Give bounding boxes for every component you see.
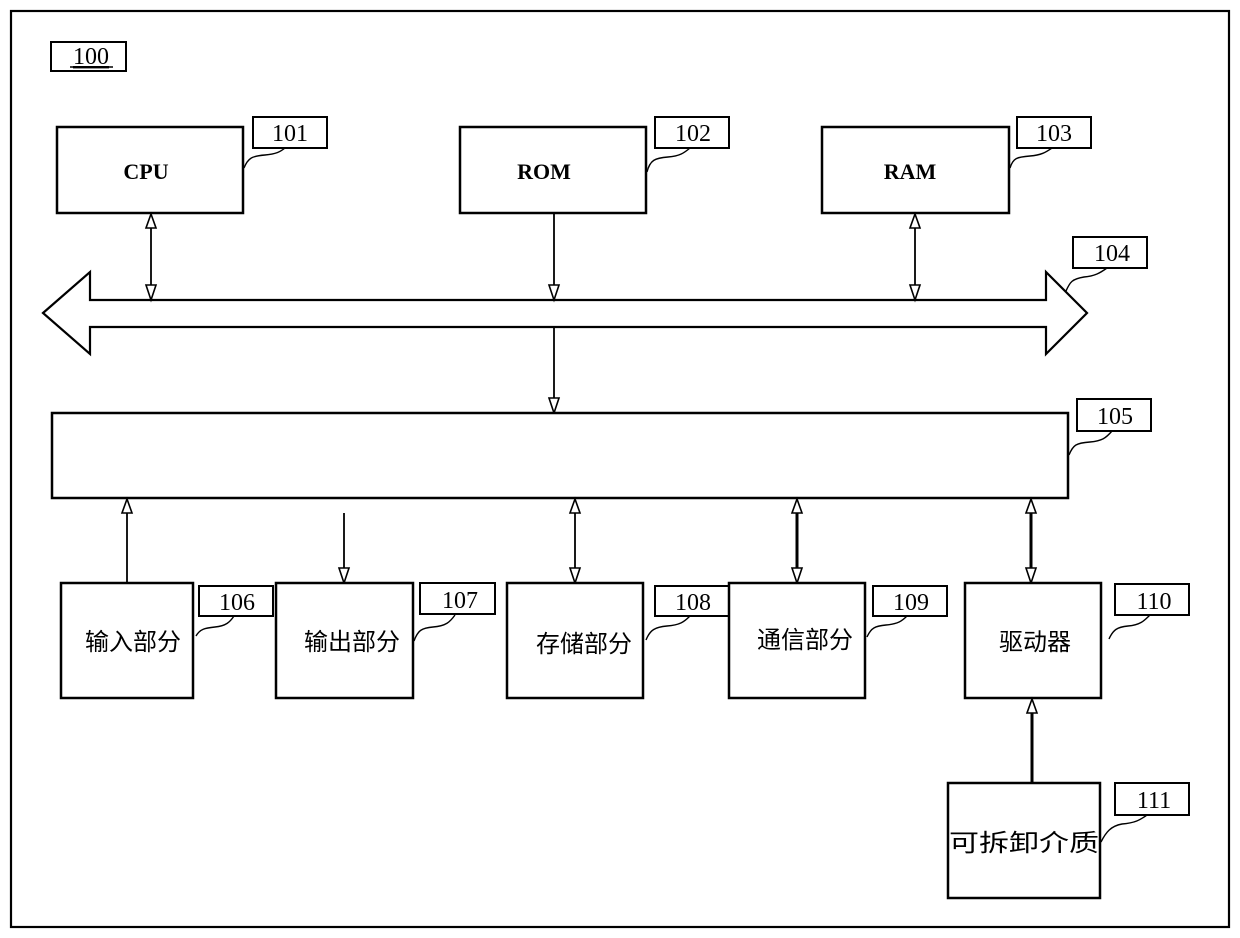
output-interface-connector bbox=[337, 513, 351, 586]
ram-block: RAM bbox=[820, 125, 1011, 215]
io-interface-ref-tag: 105 bbox=[1068, 398, 1152, 456]
driver-block: 驱动器 bbox=[963, 581, 1103, 700]
driver-ref-text: 110 bbox=[1136, 589, 1171, 615]
removable-medium-block: 可拆卸介质 bbox=[946, 781, 1102, 900]
output-part-label: 输出部分 bbox=[304, 628, 400, 656]
medium-driver-connector bbox=[1025, 696, 1039, 783]
rom-block: ROM bbox=[458, 125, 648, 215]
io-interface-block bbox=[50, 411, 1070, 500]
driver-ref-tag: 110 bbox=[1108, 583, 1190, 640]
bus-ref-text: 104 bbox=[1094, 241, 1130, 267]
communication-part-ref-text: 109 bbox=[893, 590, 929, 616]
output-part-block: 输出部分 bbox=[274, 581, 415, 700]
ram-ref-tag: 103 bbox=[1009, 116, 1092, 169]
storage-part-ref-tag: 108 bbox=[645, 585, 730, 641]
input-part-block: 输入部分 bbox=[59, 581, 195, 700]
storage-part-block: 存储部分 bbox=[505, 581, 645, 700]
removable-medium-label: 可拆卸介质 bbox=[949, 829, 1099, 857]
cpu-ref-text: 101 bbox=[272, 121, 308, 147]
output-part-ref-text: 107 bbox=[442, 588, 478, 614]
input-part-label: 输入部分 bbox=[85, 628, 181, 656]
cpu-block: CPU bbox=[55, 125, 245, 215]
bus-interface-connector bbox=[547, 327, 561, 416]
output-part-ref-tag: 107 bbox=[413, 582, 496, 642]
input-part-ref-text: 106 bbox=[219, 590, 255, 616]
ram-bus-connector bbox=[908, 211, 922, 303]
communication-part-block: 通信部分 bbox=[727, 581, 867, 700]
figure-ref-tag: 100 bbox=[50, 41, 127, 72]
figure-ref-text: 100 bbox=[73, 44, 109, 70]
driver-label: 驱动器 bbox=[999, 628, 1071, 656]
removable-medium-ref-tag: 111 bbox=[1100, 782, 1190, 843]
communication-interface-connector bbox=[790, 496, 804, 586]
driver-interface-connector bbox=[1024, 496, 1038, 586]
cpu-bus-connector bbox=[144, 211, 158, 303]
cpu-label: CPU bbox=[123, 159, 168, 184]
communication-part-label: 通信部分 bbox=[757, 626, 853, 654]
removable-medium-ref-text: 111 bbox=[1137, 788, 1171, 814]
bus-arrow bbox=[41, 269, 1089, 357]
block-diagram: 100 CPU 101 ROM 102 RAM 103 104 105 输入部分… bbox=[9, 9, 1231, 929]
rom-bus-connector bbox=[547, 214, 561, 303]
ram-label: RAM bbox=[884, 159, 937, 184]
input-part-ref-tag: 106 bbox=[195, 585, 274, 637]
ram-ref-text: 103 bbox=[1036, 121, 1072, 147]
communication-part-ref-tag: 109 bbox=[866, 585, 948, 638]
storage-interface-connector bbox=[568, 496, 582, 586]
bus-ref-tag: 104 bbox=[1065, 236, 1148, 292]
rom-ref-text: 102 bbox=[675, 121, 711, 147]
io-interface-ref-text: 105 bbox=[1097, 404, 1133, 430]
storage-part-ref-text: 108 bbox=[675, 590, 711, 616]
rom-label: ROM bbox=[517, 159, 571, 184]
storage-part-label: 存储部分 bbox=[536, 630, 632, 658]
input-interface-connector bbox=[120, 496, 134, 583]
rom-ref-tag: 102 bbox=[646, 116, 730, 173]
cpu-ref-tag: 101 bbox=[243, 116, 328, 169]
